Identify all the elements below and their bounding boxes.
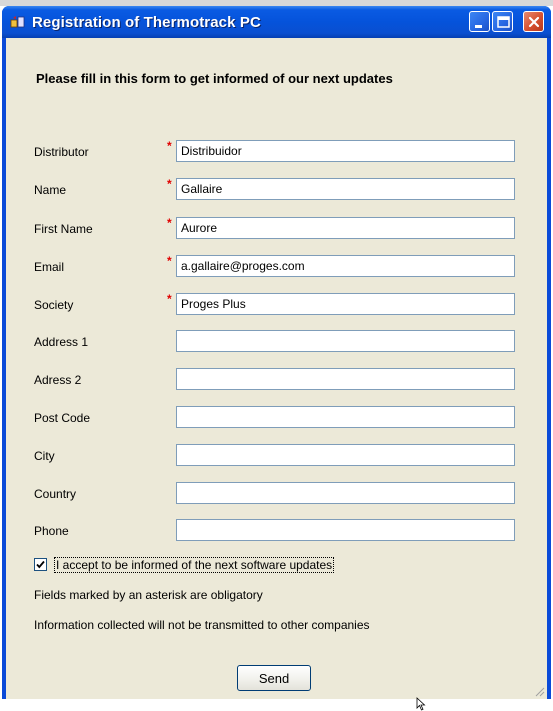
address-2-label: Adress 2	[34, 373, 82, 387]
name-label: Name	[34, 183, 67, 197]
title-bar[interactable]: Registration of Thermotrack PC	[2, 6, 551, 38]
email-input[interactable]	[176, 255, 515, 277]
field-row-post-code: Post Code	[6, 406, 547, 430]
required-marker: *	[167, 216, 172, 230]
maximize-icon	[497, 16, 510, 28]
phone-input[interactable]	[176, 519, 515, 541]
minimize-icon	[475, 25, 482, 28]
address-2-input[interactable]	[176, 368, 515, 390]
send-button[interactable]: Send	[237, 665, 311, 691]
required-marker: *	[167, 292, 172, 306]
checkmark-icon	[36, 560, 45, 569]
required-marker: *	[167, 254, 172, 268]
society-input[interactable]	[176, 293, 515, 315]
form-header: Please fill in this form to get informed…	[36, 71, 393, 86]
field-row-society: Society *	[6, 292, 547, 317]
updates-checkbox[interactable]	[34, 558, 47, 571]
city-input[interactable]	[176, 444, 515, 466]
email-label: Email	[34, 260, 65, 274]
name-input[interactable]	[176, 178, 515, 200]
required-marker: *	[167, 139, 172, 153]
society-label: Society	[34, 298, 74, 312]
app-icon	[10, 16, 25, 28]
close-button[interactable]	[523, 11, 544, 32]
required-marker: *	[167, 177, 172, 191]
post-code-label: Post Code	[34, 411, 91, 425]
close-icon	[528, 16, 540, 28]
window-title: Registration of Thermotrack PC	[32, 14, 261, 31]
resize-grip-icon[interactable]	[533, 685, 545, 697]
updates-checkbox-label[interactable]: I accept to be informed of the next soft…	[54, 557, 335, 573]
field-row-address-2: Adress 2	[6, 368, 547, 392]
country-label: Country	[34, 487, 77, 501]
form-area: Please fill in this form to get informed…	[6, 38, 547, 711]
field-row-distributor: Distributor *	[6, 139, 547, 164]
first-name-label: First Name	[34, 222, 93, 236]
field-row-phone: Phone	[6, 519, 547, 543]
city-label: City	[34, 449, 55, 463]
distributor-input[interactable]	[176, 140, 515, 162]
field-row-first-name: First Name *	[6, 216, 547, 241]
field-row-email: Email *	[6, 254, 547, 279]
field-row-address-1: Address 1	[6, 330, 547, 354]
privacy-note: Information collected will not be transm…	[34, 618, 370, 632]
distributor-label: Distributor	[34, 145, 89, 159]
field-row-city: City	[6, 444, 547, 468]
post-code-input[interactable]	[176, 406, 515, 428]
obligatory-note: Fields marked by an asterisk are obligat…	[34, 588, 263, 602]
field-row-country: Country	[6, 482, 547, 506]
country-input[interactable]	[176, 482, 515, 504]
maximize-button[interactable]	[492, 11, 513, 32]
field-row-name: Name *	[6, 177, 547, 202]
phone-label: Phone	[34, 524, 69, 538]
address-1-label: Address 1	[34, 335, 89, 349]
registration-window: Registration of Thermotrack PC Please fi…	[2, 6, 551, 711]
mouse-cursor-icon	[416, 697, 426, 711]
minimize-button[interactable]	[469, 11, 490, 32]
address-1-input[interactable]	[176, 330, 515, 352]
first-name-input[interactable]	[176, 217, 515, 239]
